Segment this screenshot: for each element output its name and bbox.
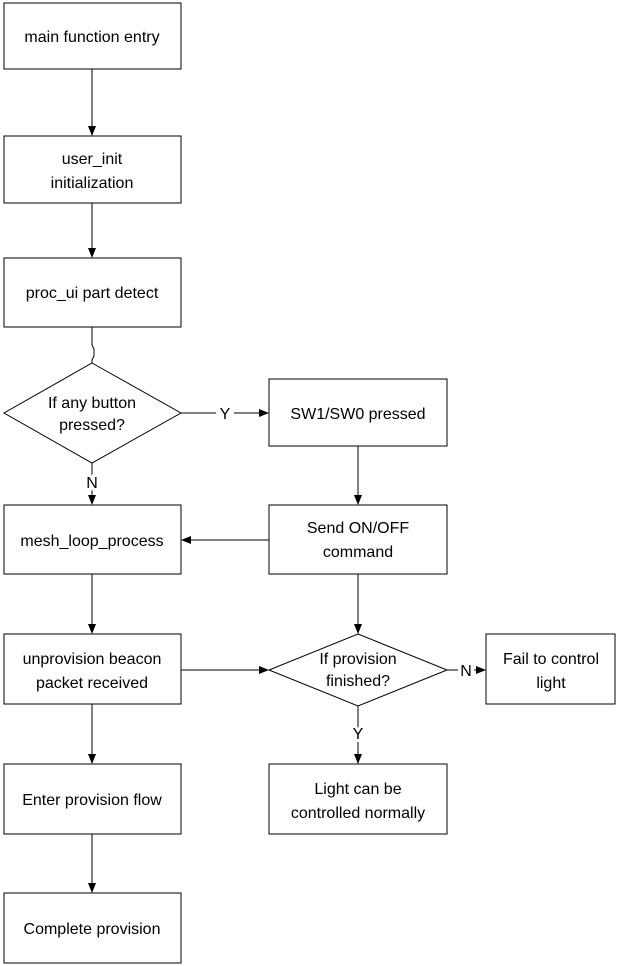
- svg-text:If any button: If any button: [48, 395, 136, 412]
- node-unprovision: unprovision beacon packet received: [3, 633, 182, 705]
- svg-text:unprovision beacon: unprovision beacon: [23, 651, 162, 668]
- svg-text:command: command: [323, 544, 393, 561]
- svg-text:controlled normally: controlled normally: [291, 805, 425, 822]
- svg-text:If provision: If provision: [319, 651, 396, 668]
- label-button-yes: Y: [220, 406, 231, 423]
- node-button-decision: If any button pressed?: [2, 362, 183, 464]
- svg-text:light: light: [536, 675, 566, 692]
- node-enter-provision: Enter provision flow: [3, 763, 182, 835]
- node-proc-ui: proc_ui part detect: [3, 257, 182, 328]
- svg-text:proc_ui part detect: proc_ui part detect: [26, 285, 159, 302]
- svg-text:packet received: packet received: [36, 675, 148, 692]
- label-provision-yes: Y: [353, 726, 364, 743]
- svg-text:Enter provision flow: Enter provision flow: [22, 792, 162, 809]
- svg-text:Light can be: Light can be: [314, 781, 401, 798]
- svg-text:pressed?: pressed?: [59, 417, 125, 434]
- svg-text:initialization: initialization: [51, 175, 134, 192]
- label-provision-no: N: [460, 663, 472, 680]
- svg-text:Send ON/OFF: Send ON/OFF: [307, 520, 409, 537]
- edge-procui-to-decision: [91, 327, 95, 363]
- svg-text:mesh_loop_process: mesh_loop_process: [20, 533, 163, 550]
- svg-text:Complete provision: Complete provision: [24, 921, 161, 938]
- svg-text:Fail to control: Fail to control: [503, 651, 599, 668]
- svg-text:finished?: finished?: [326, 673, 390, 690]
- label-button-no: N: [86, 475, 98, 492]
- node-provision-decision: If provision finished?: [267, 633, 449, 707]
- svg-text:SW1/SW0 pressed: SW1/SW0 pressed: [290, 406, 425, 423]
- node-fail: Fail to control light: [485, 633, 616, 705]
- svg-text:user_init: user_init: [62, 151, 123, 168]
- svg-text:main function entry: main function entry: [24, 29, 159, 46]
- node-send-onoff: Send ON/OFF command: [268, 504, 448, 575]
- node-mesh-loop: mesh_loop_process: [3, 504, 182, 575]
- flowchart: Y N N Y main function entry user_init in…: [2, 2, 616, 964]
- node-main-entry: main function entry: [3, 2, 182, 70]
- node-complete: Complete provision: [3, 892, 182, 964]
- node-light-normal: Light can be controlled normally: [268, 763, 448, 835]
- node-user-init: user_init initialization: [3, 135, 182, 204]
- node-sw-pressed: SW1/SW0 pressed: [268, 378, 448, 447]
